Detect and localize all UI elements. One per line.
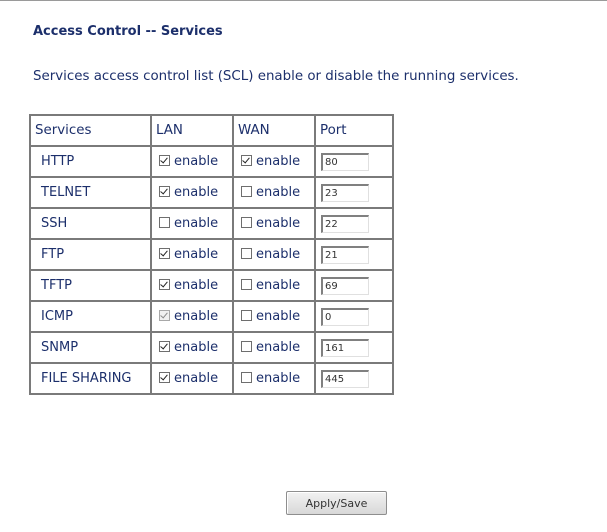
- lan-enable-cell: enable: [151, 208, 233, 239]
- wan-enable-cell: enable: [233, 239, 315, 270]
- service-name: TFTP: [30, 270, 151, 301]
- service-name: SNMP: [30, 332, 151, 363]
- service-name: HTTP: [30, 146, 151, 177]
- port-input[interactable]: [321, 307, 369, 326]
- wan-enable-checkbox[interactable]: [241, 186, 252, 197]
- lan-enable-checkbox[interactable]: [159, 186, 170, 197]
- wan-enable-cell: enable: [233, 332, 315, 363]
- lan-enable-label: enable: [174, 371, 219, 386]
- lan-enable-checkbox[interactable]: [159, 279, 170, 290]
- lan-enable-cell: enable: [151, 177, 233, 208]
- wan-enable-cell: enable: [233, 301, 315, 332]
- wan-enable-cell: enable: [233, 177, 315, 208]
- service-name: SSH: [30, 208, 151, 239]
- table-row: FTP enable enable: [30, 239, 393, 270]
- table-row: TELNET enable enable: [30, 177, 393, 208]
- lan-enable-cell: enable: [151, 363, 233, 394]
- service-name: ICMP: [30, 301, 151, 332]
- port-cell: [315, 208, 393, 239]
- lan-enable-cell: enable: [151, 270, 233, 301]
- wan-enable-label: enable: [256, 216, 301, 231]
- lan-enable-checkbox[interactable]: [159, 372, 170, 383]
- table-row: ICMP enable enable: [30, 301, 393, 332]
- port-cell: [315, 239, 393, 270]
- table-row: HTTP enable enable: [30, 146, 393, 177]
- scl-table: Services LAN WAN Port HTTPenableenableTE…: [29, 114, 394, 395]
- port-cell: [315, 146, 393, 177]
- wan-enable-cell: enable: [233, 270, 315, 301]
- table-row: SSH enable enable: [30, 208, 393, 239]
- wan-enable-label: enable: [256, 278, 301, 293]
- table-row: SNMP enable enable: [30, 332, 393, 363]
- table-row: TFTP enable enable: [30, 270, 393, 301]
- header-services: Services: [30, 115, 151, 146]
- port-cell: [315, 270, 393, 301]
- lan-enable-label: enable: [174, 278, 219, 293]
- port-input[interactable]: [321, 152, 369, 171]
- top-divider: [0, 0, 607, 1]
- apply-save-button[interactable]: Apply/Save: [286, 491, 387, 515]
- port-cell: [315, 301, 393, 332]
- port-cell: [315, 332, 393, 363]
- wan-enable-checkbox[interactable]: [241, 341, 252, 352]
- lan-enable-checkbox[interactable]: [159, 341, 170, 352]
- wan-enable-checkbox[interactable]: [241, 279, 252, 290]
- wan-enable-label: enable: [256, 247, 301, 262]
- lan-enable-cell: enable: [151, 146, 233, 177]
- lan-enable-label: enable: [174, 185, 219, 200]
- wan-enable-cell: enable: [233, 146, 315, 177]
- wan-enable-label: enable: [256, 340, 301, 355]
- scl-table-body: HTTP enable enable TELNET enable enable SSH ena…: [30, 146, 393, 394]
- page-description: Services access control list (SCL) enabl…: [33, 69, 519, 84]
- port-input[interactable]: [321, 338, 369, 357]
- service-name: TELNET: [30, 177, 151, 208]
- wan-enable-checkbox[interactable]: [241, 372, 252, 383]
- wan-enable-cell: enable: [233, 363, 315, 394]
- wan-enable-checkbox[interactable]: [241, 310, 252, 321]
- lan-enable-label: enable: [174, 216, 219, 231]
- service-name: FILE SHARING: [30, 363, 151, 394]
- lan-enable-label: enable: [174, 247, 219, 262]
- lan-enable-cell: enable: [151, 332, 233, 363]
- wan-enable-checkbox[interactable]: [241, 155, 252, 166]
- lan-enable-checkbox[interactable]: [159, 217, 170, 228]
- page-title: Access Control -- Services: [33, 24, 223, 39]
- wan-enable-checkbox[interactable]: [241, 248, 252, 259]
- wan-enable-label: enable: [256, 154, 301, 169]
- table-header-row: Services LAN WAN Port: [30, 115, 393, 146]
- header-lan: LAN: [151, 115, 233, 146]
- port-cell: [315, 363, 393, 394]
- port-input[interactable]: [321, 369, 369, 388]
- lan-enable-checkbox[interactable]: [159, 155, 170, 166]
- port-input[interactable]: [321, 214, 369, 233]
- table-row: FILE SHARING enable enable: [30, 363, 393, 394]
- header-wan: WAN: [233, 115, 315, 146]
- wan-enable-label: enable: [256, 185, 301, 200]
- lan-enable-cell: enable: [151, 301, 233, 332]
- wan-enable-label: enable: [256, 371, 301, 386]
- port-input[interactable]: [321, 183, 369, 202]
- header-port: Port: [315, 115, 393, 146]
- wan-enable-label: enable: [256, 309, 301, 324]
- lan-enable-cell: enable: [151, 239, 233, 270]
- wan-enable-cell: enable: [233, 208, 315, 239]
- lan-enable-checkbox[interactable]: [159, 248, 170, 259]
- port-input[interactable]: [321, 245, 369, 264]
- service-name: FTP: [30, 239, 151, 270]
- port-input[interactable]: [321, 276, 369, 295]
- lan-enable-label: enable: [174, 309, 219, 324]
- wan-enable-checkbox[interactable]: [241, 217, 252, 228]
- port-cell: [315, 177, 393, 208]
- lan-enable-label: enable: [174, 340, 219, 355]
- lan-enable-checkbox: [159, 310, 170, 321]
- lan-enable-label: enable: [174, 154, 219, 169]
